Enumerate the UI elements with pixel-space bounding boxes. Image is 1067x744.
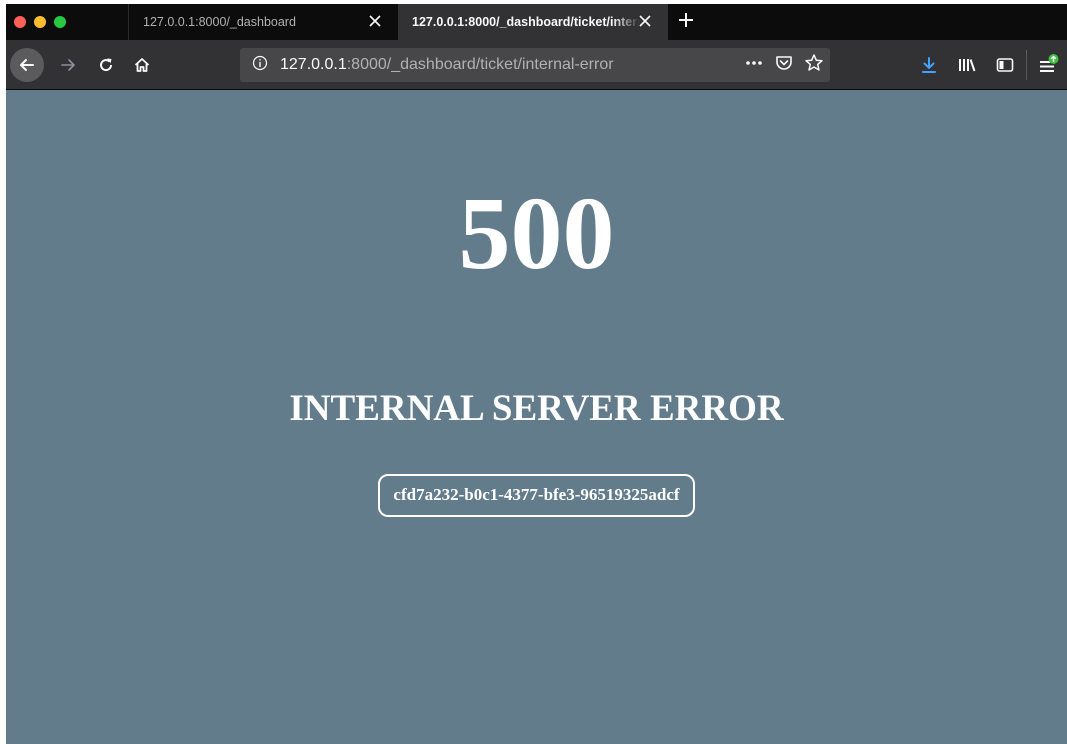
info-icon[interactable]	[252, 55, 268, 76]
downloads-button[interactable]	[910, 48, 948, 82]
maximize-window-button[interactable]	[54, 16, 66, 28]
page-actions	[744, 48, 824, 82]
toolbar-right	[910, 40, 1067, 90]
library-icon	[959, 59, 976, 72]
back-arrow-icon	[20, 58, 34, 71]
page-content: 500 INTERNAL SERVER ERROR cfd7a232-b0c1-…	[6, 90, 1067, 744]
forward-button[interactable]	[52, 49, 84, 81]
tab-dashboard[interactable]: 127.0.0.1:8000/_dashboard	[128, 4, 398, 40]
reload-icon	[100, 58, 113, 71]
tab-internal-error[interactable]: 127.0.0.1:8000/_dashboard/ticket/interna…	[398, 4, 668, 40]
tab-strip: 127.0.0.1:8000/_dashboard 127.0.0.1:8000…	[6, 4, 1067, 40]
star-icon[interactable]	[804, 53, 824, 78]
browser-window: 127.0.0.1:8000/_dashboard 127.0.0.1:8000…	[6, 4, 1067, 744]
close-icon[interactable]	[636, 13, 654, 31]
navigation-toolbar: 127.0.0.1:8000/_dashboard/ticket/interna…	[6, 40, 1067, 90]
window-controls	[6, 4, 128, 40]
minimize-window-button[interactable]	[34, 16, 46, 28]
sidebar-button[interactable]	[986, 48, 1024, 82]
address-bar[interactable]: 127.0.0.1:8000/_dashboard/ticket/interna…	[240, 48, 830, 82]
pocket-icon[interactable]	[774, 54, 794, 77]
url-path: :8000/_dashboard/ticket/internal-error	[346, 56, 614, 73]
library-button[interactable]	[948, 48, 986, 82]
plus-icon	[679, 13, 693, 27]
error-id-wrapper: cfd7a232-b0c1-4377-bfe3-96519325adcf	[6, 474, 1067, 518]
more-icon[interactable]	[744, 55, 764, 76]
error-ticket-id[interactable]: cfd7a232-b0c1-4377-bfe3-96519325adcf	[378, 474, 695, 518]
menu-button[interactable]	[1029, 48, 1067, 82]
toolbar-separator	[1026, 50, 1027, 80]
forward-arrow-icon	[61, 58, 75, 71]
home-icon	[134, 57, 150, 72]
back-button[interactable]	[10, 47, 44, 82]
tab-title: 127.0.0.1:8000/_dashboard/ticket/interna…	[412, 15, 640, 29]
menu-icon	[1040, 54, 1059, 72]
url-host: 127.0.0.1	[280, 56, 347, 73]
tab-title: 127.0.0.1:8000/_dashboard	[143, 15, 296, 29]
sidebar-icon	[996, 58, 1014, 72]
download-icon	[922, 57, 936, 73]
error-message: INTERNAL SERVER ERROR	[289, 388, 784, 429]
close-icon[interactable]	[366, 13, 384, 31]
reload-button[interactable]	[90, 49, 122, 81]
address-text[interactable]: 127.0.0.1:8000/_dashboard/ticket/interna…	[280, 56, 614, 74]
close-window-button[interactable]	[14, 16, 26, 28]
new-tab-button[interactable]	[668, 4, 704, 40]
home-button[interactable]	[126, 49, 158, 81]
status-code: 500	[458, 176, 615, 291]
